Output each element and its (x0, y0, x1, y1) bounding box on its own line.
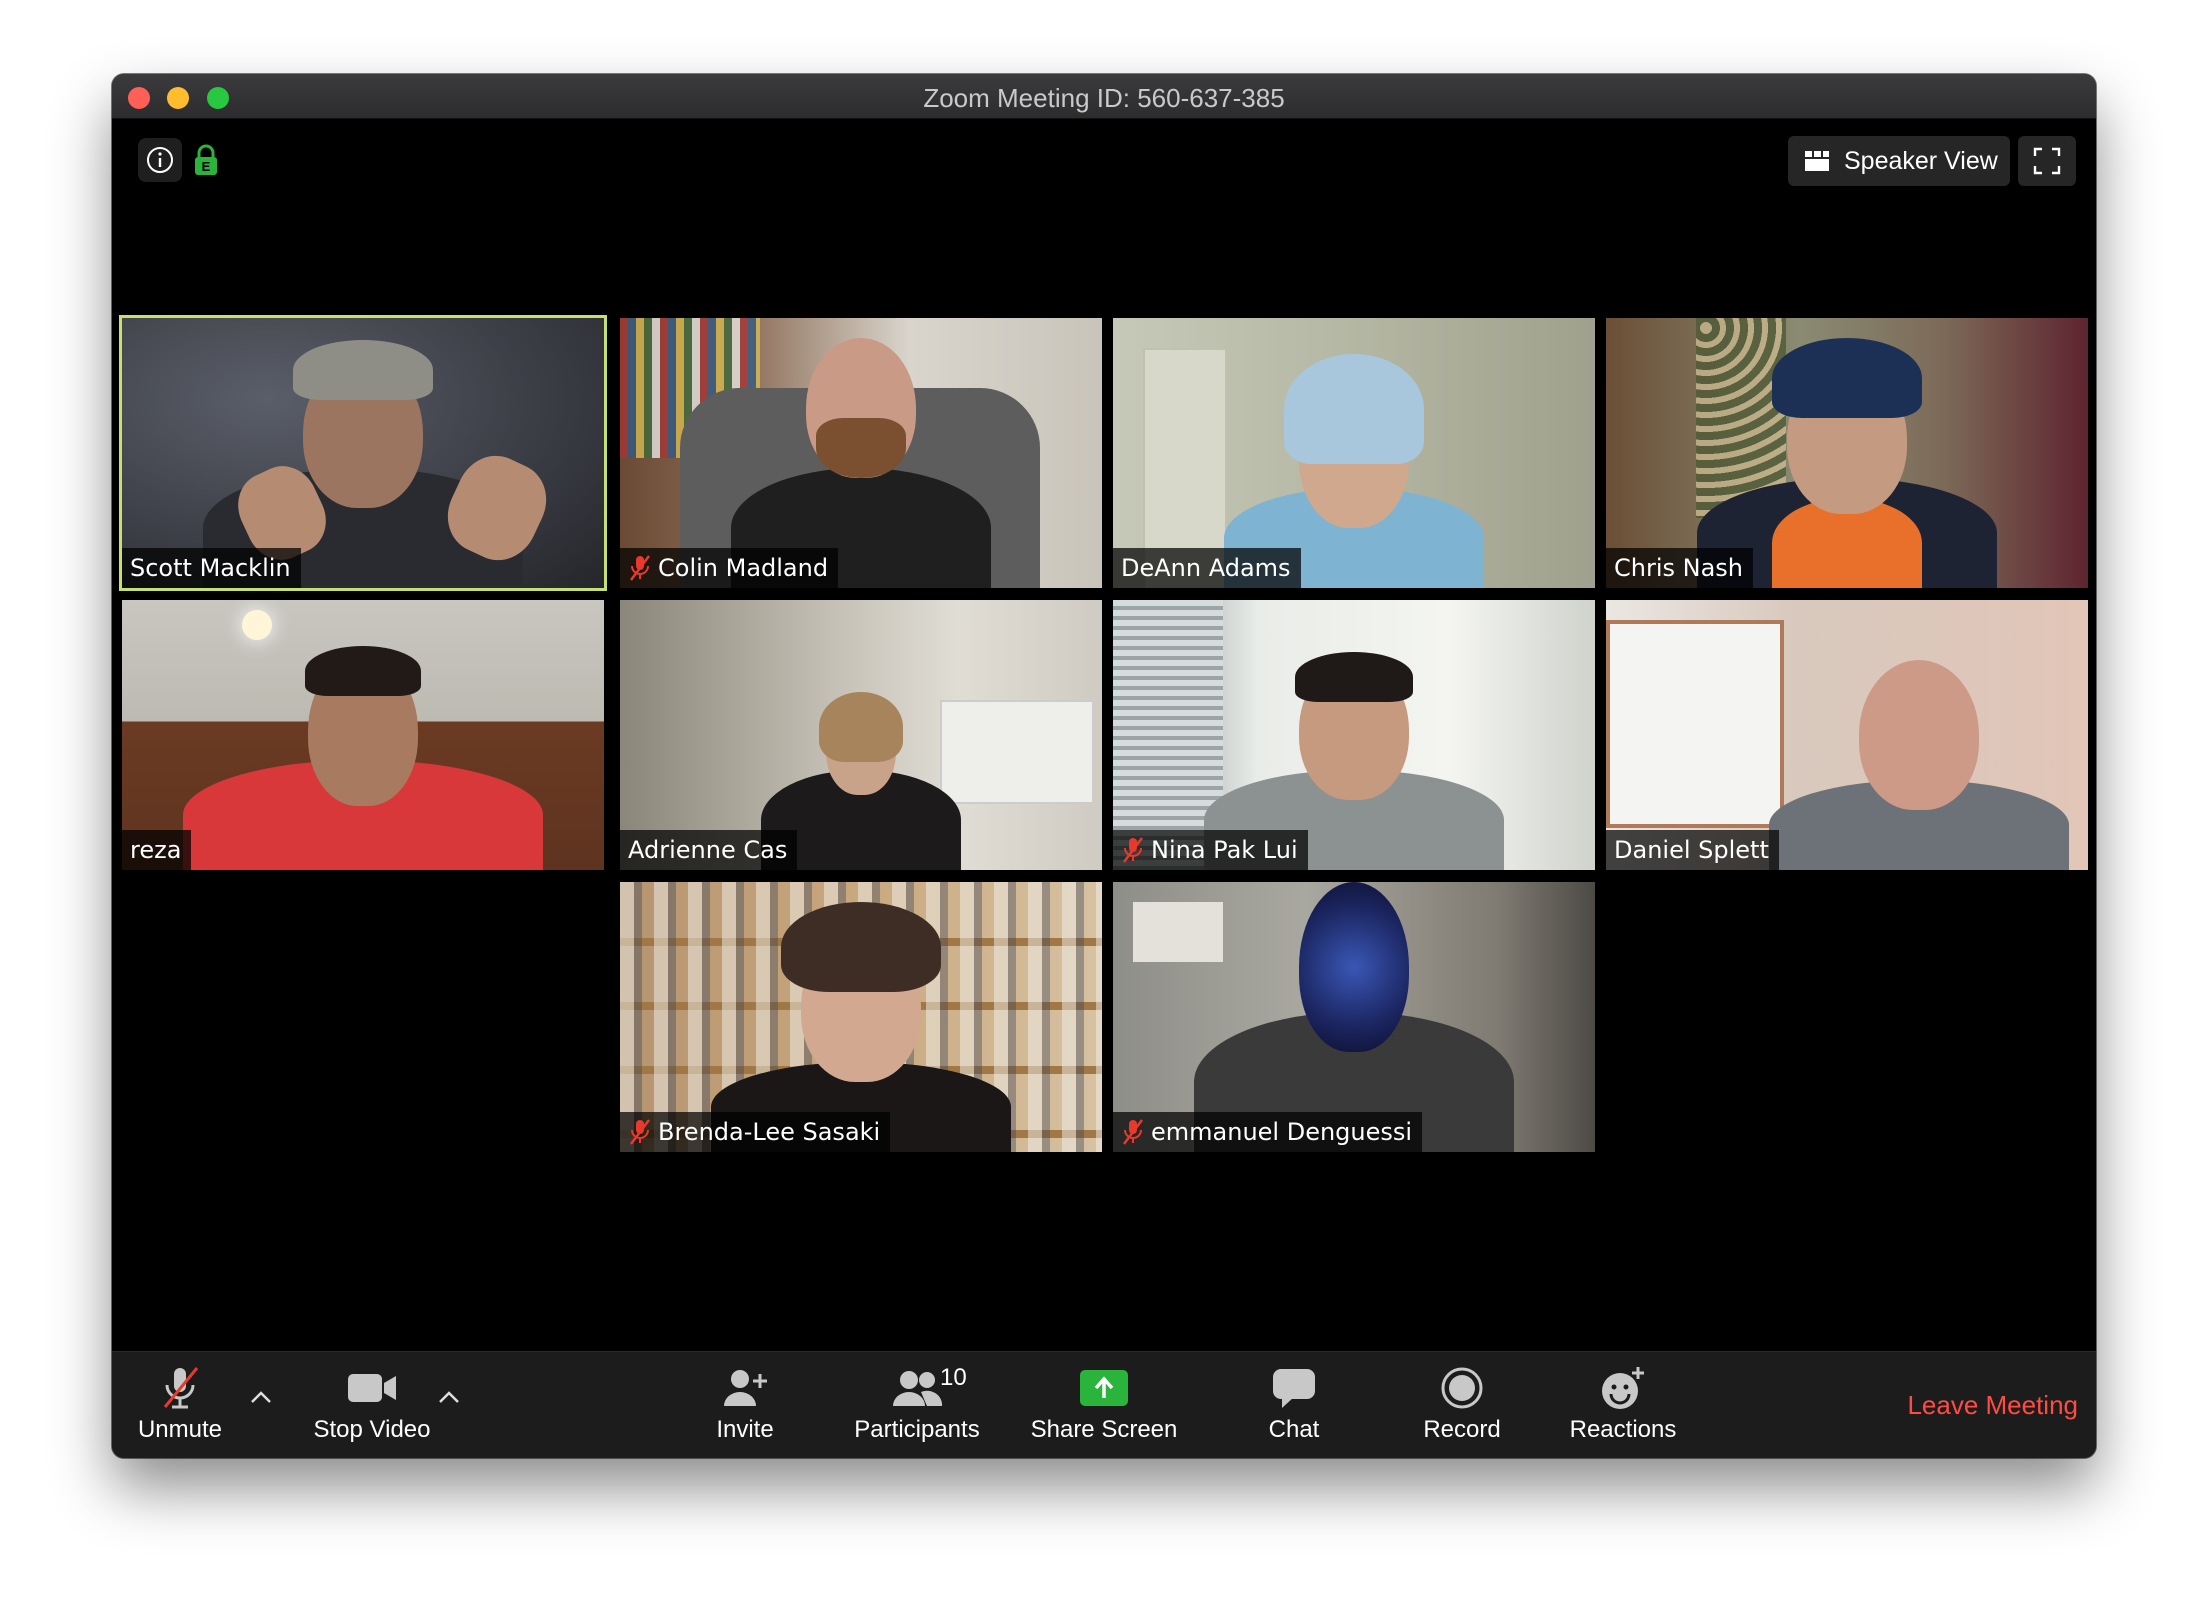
participant-name: Adrienne Cas (628, 836, 788, 864)
video-tile-emmanuel-denguessi[interactable]: emmanuel Denguessi (1113, 882, 1595, 1152)
participant-name-tag: Scott Macklin (122, 548, 301, 588)
unmute-button[interactable]: Unmute (130, 1362, 230, 1452)
muted-mic-icon (630, 1119, 650, 1145)
add-user-icon (724, 1370, 767, 1406)
participant-name: reza (130, 836, 182, 864)
reactions-button[interactable]: Reactions (1558, 1362, 1688, 1452)
leave-meeting-button[interactable]: Leave Meeting (1907, 1390, 2078, 1421)
participant-name-tag: DeAnn Adams (1113, 548, 1301, 588)
participant-name-tag: Brenda-Lee Sasaki (620, 1112, 891, 1152)
meeting-info-button[interactable] (138, 138, 182, 182)
chat-bubble-icon (1273, 1369, 1315, 1408)
record-icon (1441, 1367, 1483, 1409)
view-label: Speaker View (1844, 146, 1998, 175)
info-icon (147, 147, 173, 173)
participants-label: Participants (854, 1416, 980, 1443)
participant-name: Brenda-Lee Sasaki (658, 1118, 881, 1146)
grid-view-icon (1805, 151, 1829, 171)
chevron-up-icon (251, 1391, 271, 1403)
svg-text:E: E (202, 159, 211, 174)
video-camera-icon (348, 1374, 396, 1402)
participants-count: 10 (940, 1364, 967, 1391)
participants-button[interactable]: Participants (842, 1362, 992, 1452)
share-screen-button[interactable]: Share Screen (1024, 1362, 1184, 1452)
encryption-lock-icon[interactable]: E (192, 142, 220, 178)
share-screen-label: Share Screen (1030, 1416, 1178, 1443)
window-title: Zoom Meeting ID: 560-637-385 (923, 83, 1285, 113)
video-tile-brenda-lee-sasaki[interactable]: Brenda-Lee Sasaki (620, 882, 1102, 1152)
video-tile-adrienne-cas[interactable]: Adrienne Cas (620, 600, 1102, 870)
invite-label: Invite (716, 1416, 774, 1443)
participant-name: Nina Pak Lui (1151, 836, 1298, 864)
chat-label: Chat (1268, 1416, 1320, 1443)
muted-mic-icon (630, 555, 650, 581)
video-tile-scott-macklin[interactable]: Scott Macklin (119, 315, 607, 591)
muted-mic-icon (1123, 1119, 1143, 1145)
participant-name-tag: Chris Nash (1606, 548, 1754, 588)
participant-name-tag: Daniel Splett (1606, 830, 1779, 870)
participant-name-tag: Adrienne Cas (620, 830, 798, 870)
video-options-button[interactable] (434, 1382, 464, 1412)
participant-name: Daniel Splett (1614, 836, 1769, 864)
record-label: Record (1423, 1416, 1501, 1443)
participant-name: DeAnn Adams (1121, 554, 1291, 582)
speaker-view-button[interactable]: Speaker View (1788, 136, 2010, 186)
participant-name-tag: emmanuel Denguessi (1113, 1112, 1423, 1152)
participant-name-tag: reza (122, 830, 192, 870)
video-tile-deann-adams[interactable]: DeAnn Adams (1113, 318, 1595, 588)
muted-mic-icon (1123, 837, 1143, 863)
add-reaction-icon (1602, 1367, 1644, 1409)
video-tile-daniel-splett[interactable]: Daniel Splett (1606, 600, 2088, 870)
participant-name-tag: Colin Madland (620, 548, 839, 588)
title-bar: Zoom Meeting ID: 560-637-385 (112, 74, 2096, 119)
video-tile-chris-nash[interactable]: Chris Nash (1606, 318, 2088, 588)
participant-name: emmanuel Denguessi (1151, 1118, 1413, 1146)
meeting-toolbar: Unmute Stop Video Invite Participants 10… (112, 1351, 2096, 1458)
participant-name: Chris Nash (1614, 554, 1744, 582)
fullscreen-button[interactable] (2018, 136, 2076, 186)
participant-name-tag: Nina Pak Lui (1113, 830, 1308, 870)
unmute-label: Unmute (137, 1416, 223, 1443)
participant-name: Colin Madland (658, 554, 829, 582)
reactions-label: Reactions (1569, 1416, 1677, 1443)
audio-options-button[interactable] (246, 1382, 276, 1412)
fullscreen-icon (2033, 147, 2061, 175)
participant-name: Scott Macklin (130, 554, 291, 582)
video-tile-colin-madland[interactable]: Colin Madland (620, 318, 1102, 588)
video-tile-nina-pak-lui[interactable]: Nina Pak Lui (1113, 600, 1595, 870)
chevron-up-icon (439, 1391, 459, 1403)
record-button[interactable]: Record (1402, 1362, 1522, 1452)
video-tile-reza[interactable]: reza (122, 600, 604, 870)
muted-microphone-icon (163, 1367, 199, 1409)
stop-video-button[interactable]: Stop Video (292, 1362, 452, 1452)
zoom-window: Zoom Meeting ID: 560-637-385 E Speaker V… (112, 74, 2096, 1458)
invite-button[interactable]: Invite (690, 1362, 800, 1452)
share-screen-icon (1080, 1370, 1128, 1406)
participants-icon (893, 1371, 943, 1406)
chat-button[interactable]: Chat (1244, 1362, 1344, 1452)
stop-video-label: Stop Video (313, 1416, 431, 1443)
